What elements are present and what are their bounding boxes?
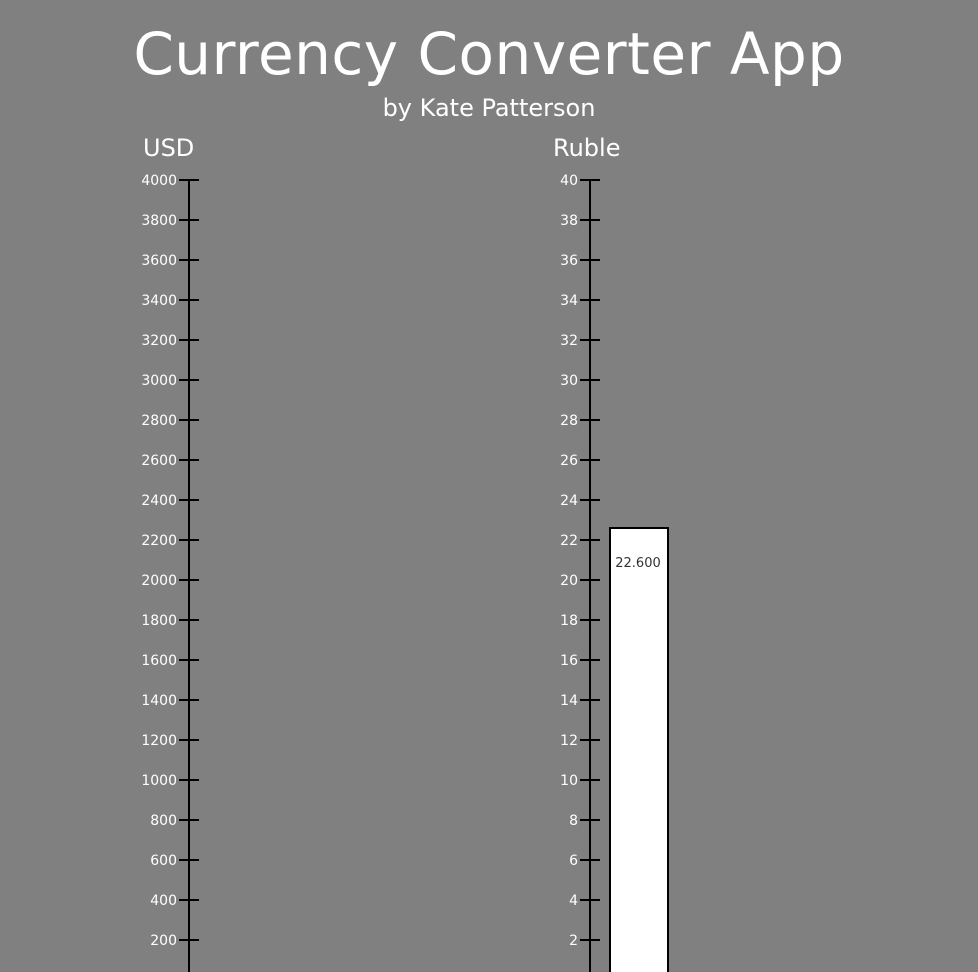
ruble-tick-label: 4 <box>569 893 578 909</box>
usd-tick-label: 1200 <box>141 733 177 749</box>
ruble-tick-label: 30 <box>560 373 578 389</box>
ruble-value-label: 22.600 <box>615 556 661 571</box>
usd-tick-label: 200 <box>150 933 177 949</box>
usd-tick-label: 2000 <box>141 573 177 589</box>
ruble-tick-label: 16 <box>560 653 578 669</box>
ruble-tick-label: 12 <box>560 733 578 749</box>
currency-converter-app: Currency Converter App by Kate Patterson… <box>0 0 978 972</box>
usd-tick-label: 800 <box>150 813 177 829</box>
usd-tick-label: 1600 <box>141 653 177 669</box>
ruble-tick-label: 20 <box>560 573 578 589</box>
usd-tick-label: 3800 <box>141 213 177 229</box>
ruble-tick-label: 18 <box>560 613 578 629</box>
usd-tick-label: 1400 <box>141 693 177 709</box>
ruble-tick-label: 26 <box>560 453 578 469</box>
usd-tick-label: 1000 <box>141 773 177 789</box>
usd-tick-label: 3000 <box>141 373 177 389</box>
ruble-gauge: 22.6002468101214161820222426283032343638… <box>560 173 669 972</box>
currency-gauges: 200 400 600 800 1000 1200 1400 1600 1800 2000 2200… <box>141 173 669 972</box>
ruble-tick-label: 28 <box>560 413 578 429</box>
usd-tick-label: 2600 <box>141 453 177 469</box>
ruble-tick-label: 32 <box>560 333 578 349</box>
ruble-value-bar <box>609 527 669 972</box>
usd-tick-label: 2800 <box>141 413 177 429</box>
usd-tick-label: 2200 <box>141 533 177 549</box>
usd-tick-label: 3400 <box>141 293 177 309</box>
ruble-tick-label: 34 <box>560 293 578 309</box>
ruble-tick-label: 22 <box>560 533 578 549</box>
usd-tick-label: 600 <box>150 853 177 869</box>
ruble-tick-label: 10 <box>560 773 578 789</box>
ruble-tick-label: 2 <box>569 933 578 949</box>
ruble-tick-label: 24 <box>560 493 578 509</box>
usd-tick-label: 4000 <box>141 173 177 189</box>
ruble-tick-label: 8 <box>569 813 578 829</box>
usd-tick-label: 3200 <box>141 333 177 349</box>
ruble-tick-label: 38 <box>560 213 578 229</box>
ruble-tick-label: 6 <box>569 853 578 869</box>
usd-gauge: 200 400 600 800 1000 1200 1400 1600 1800 2000 2200… <box>141 173 199 972</box>
usd-tick-label: 400 <box>150 893 177 909</box>
usd-tick-label: 3600 <box>141 253 177 269</box>
ruble-tick-label: 36 <box>560 253 578 269</box>
usd-tick-label: 1800 <box>141 613 177 629</box>
ruble-tick-label: 40 <box>560 173 578 189</box>
ruble-tick-label: 14 <box>560 693 578 709</box>
usd-tick-label: 2400 <box>141 493 177 509</box>
